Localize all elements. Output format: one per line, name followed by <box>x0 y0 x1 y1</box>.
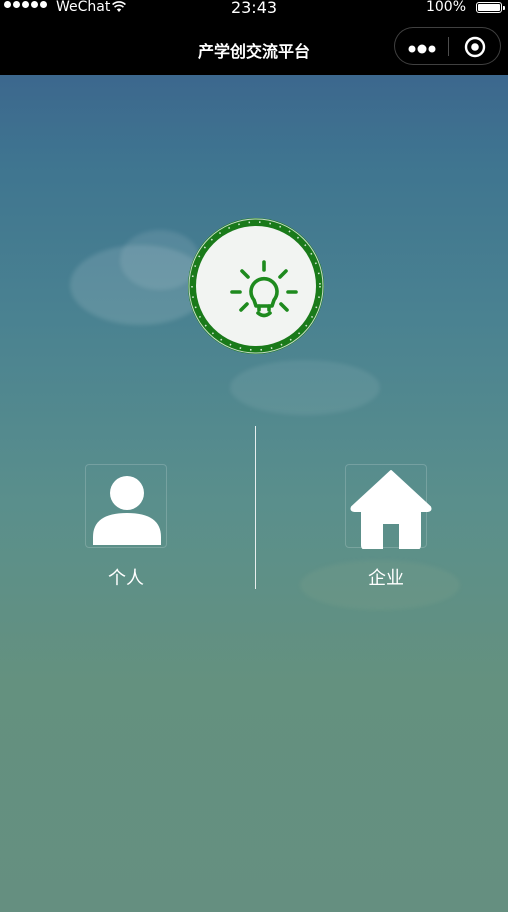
app-logo <box>188 218 324 354</box>
mini-program-capsule <box>394 27 501 65</box>
status-bar: WeChat 23:43 100% <box>0 0 508 17</box>
personal-icon-box[interactable] <box>85 464 167 548</box>
company-label[interactable]: 企业 <box>316 564 456 590</box>
close-mini-program-icon[interactable] <box>464 36 486 58</box>
company-icon-box[interactable] <box>345 464 432 549</box>
capsule-divider <box>448 37 449 56</box>
lightbulb-icon <box>230 260 298 318</box>
personal-label[interactable]: 个人 <box>56 564 196 590</box>
person-icon <box>93 476 161 545</box>
navigation-bar: 产学创交流平台 <box>0 16 508 75</box>
battery-icon <box>476 2 505 13</box>
background-cloud <box>230 360 380 415</box>
personal-option[interactable]: 个人 <box>56 464 196 590</box>
logo-inner-circle <box>196 226 316 346</box>
options-divider <box>255 426 256 589</box>
login-role-screen: WeChat 23:43 100% 产学创交流平台 个人 企业 <box>0 0 508 912</box>
battery-percentage: 100% <box>425 0 466 15</box>
more-options-icon[interactable] <box>408 40 436 54</box>
company-option[interactable]: 企业 <box>316 464 456 590</box>
house-icon <box>350 470 432 549</box>
